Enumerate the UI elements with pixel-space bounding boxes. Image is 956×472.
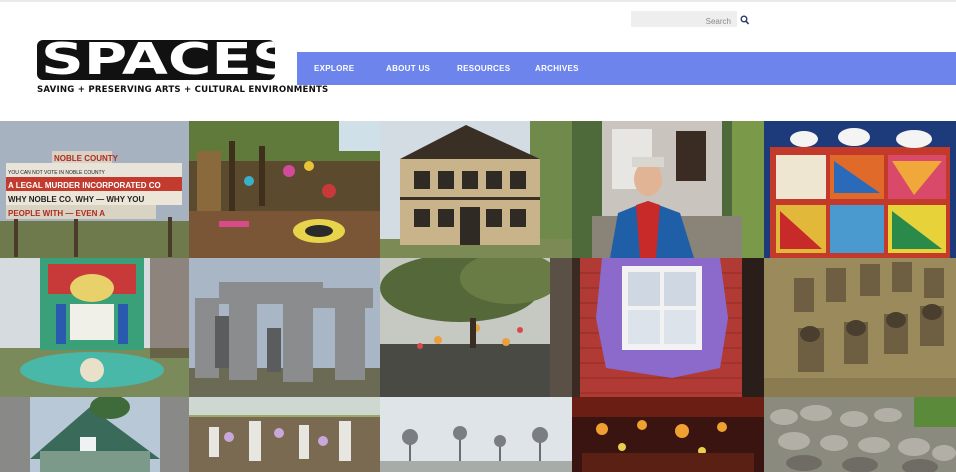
photo-tile-painted-panel[interactable] — [764, 121, 956, 258]
sign-line-3: A LEGAL MURDER INCORPORATED CO — [8, 181, 161, 190]
photo-tile-stone-heads[interactable] — [764, 258, 956, 397]
nav-explore[interactable]: EXPLORE — [314, 64, 354, 73]
sign-line-2: YOU CAN NOT VOTE IN NOBLE COUNTY — [8, 170, 106, 176]
photo-tile-totem-turtle[interactable] — [0, 258, 189, 397]
logo-wordmark: SPACES — [37, 40, 275, 80]
sign-line-5: PEOPLE WITH — EVEN A — [8, 209, 105, 218]
photo-tile-carhenge[interactable] — [189, 258, 380, 397]
sign-line-1: NOBLE COUNTY — [54, 154, 119, 163]
photo-tile-garden-art[interactable] — [189, 121, 380, 258]
photo-tile-purple-window[interactable] — [572, 258, 764, 397]
photo-tile-stone-wall[interactable] — [764, 397, 956, 472]
photo-tile-folk-shrine[interactable] — [189, 397, 380, 472]
photo-tile-lit-interior[interactable] — [572, 397, 764, 472]
sign-line-4: WHY NOBLE CO. WHY — WHY YOU — [8, 195, 145, 204]
photo-tile-timber-house[interactable] — [380, 121, 572, 258]
logo-tagline: SAVING + PRESERVING ARTS + CULTURAL ENVI… — [37, 85, 329, 95]
photo-tile-man-portrait[interactable] — [572, 121, 764, 258]
nav-resources[interactable]: RESOURCES — [457, 64, 510, 73]
photo-grid: NOBLE COUNTY YOU CAN NOT VOTE IN NOBLE C… — [0, 121, 956, 472]
photo-tile-green-house[interactable] — [0, 397, 189, 472]
nav-about-us[interactable]: ABOUT US — [386, 64, 430, 73]
logo-wordmark-text: SPACES — [41, 40, 275, 80]
photo-tile-whirligigs[interactable] — [380, 397, 572, 472]
search-field[interactable] — [631, 11, 737, 30]
nav-archives[interactable]: ARCHIVES — [535, 64, 579, 73]
search-input[interactable] — [631, 13, 737, 30]
top-rule — [0, 0, 956, 2]
site-logo[interactable]: SPACES SAVING + PRESERVING ARTS + CULTUR… — [37, 40, 329, 98]
main-nav: EXPLORE ABOUT US RESOURCES ARCHIVES — [297, 52, 956, 85]
photo-tile-garden-yard[interactable] — [380, 258, 572, 397]
photo-tile-noble-county-sign[interactable]: NOBLE COUNTY YOU CAN NOT VOTE IN NOBLE C… — [0, 121, 189, 258]
search-icon[interactable] — [740, 13, 750, 25]
